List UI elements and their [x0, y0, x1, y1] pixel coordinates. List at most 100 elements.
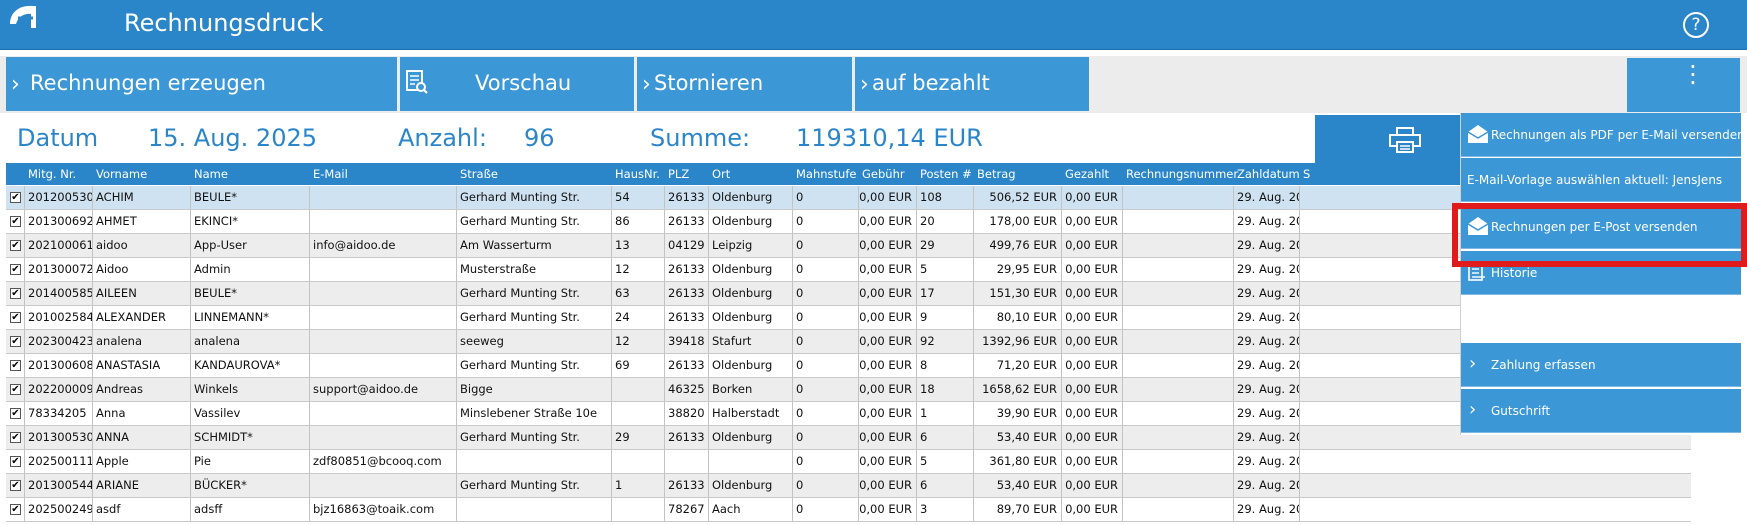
row-checkbox[interactable]: ✔ — [10, 504, 21, 515]
column-header[interactable]: Rechnungsnummer — [1126, 167, 1238, 181]
cell-strasse — [456, 498, 611, 521]
email-template-menu-item[interactable]: E-Mail-Vorlage auswählen aktuell: JensJe… — [1461, 158, 1741, 202]
credit-note-menu-item[interactable]: › Gutschrift — [1461, 389, 1741, 433]
table-row[interactable]: ✔ 201300544 ARIANE BÜCKER* Gerhard Munting S… — [6, 474, 1691, 498]
row-checkbox[interactable]: ✔ — [10, 336, 21, 347]
cell-strasse: Gerhard Munting Str. — [456, 186, 611, 209]
column-header[interactable]: Ort — [712, 167, 730, 181]
column-header[interactable]: E-Mail — [313, 167, 348, 181]
row-checkbox[interactable]: ✔ — [10, 456, 21, 467]
column-header[interactable]: Zahldatum — [1237, 167, 1300, 181]
row-checkbox[interactable]: ✔ — [10, 384, 21, 395]
help-button[interactable]: ? — [1683, 12, 1709, 38]
column-header[interactable]: Straße — [460, 167, 498, 181]
column-header[interactable]: HausNr. — [615, 167, 660, 181]
cell-ort: Aach — [708, 498, 792, 521]
row-checkbox[interactable]: ✔ — [10, 432, 21, 443]
table-row[interactable]: ✔ 201400585 AILEEN BEULE* Gerhard Munting St… — [6, 282, 1691, 306]
row-checkbox[interactable]: ✔ — [10, 288, 21, 299]
table-row[interactable]: ✔ 201300692 AHMET EKINCI* Gerhard Munting St… — [6, 210, 1691, 234]
table-row[interactable]: ✔ 201300530 ANNA SCHMIDT* Gerhard Munting St… — [6, 426, 1691, 450]
table-row[interactable]: ✔ 78334205 Anna Vassilev Minslebener Straße … — [6, 402, 1691, 426]
row-checkbox[interactable]: ✔ — [10, 264, 21, 275]
mail-icon — [1467, 125, 1489, 143]
cell-gebuehr: 0,00 EUR — [858, 306, 916, 329]
column-header[interactable]: Betrag — [977, 167, 1016, 181]
table-row[interactable]: ✔ 202300423 analena analena seeweg 12 39418 Sta… — [6, 330, 1691, 354]
cell-nr: 78334205 — [24, 402, 92, 425]
row-checkbox[interactable]: ✔ — [10, 192, 21, 203]
column-header[interactable]: Mahnstufe — [796, 167, 856, 181]
cell-rnr — [1122, 450, 1233, 473]
cell-gezahlt: 0,00 EUR — [1061, 450, 1122, 473]
column-header[interactable]: PLZ — [668, 167, 689, 181]
table-row[interactable]: ✔ 202200009 Andreas Winkels support@aidoo.de… — [6, 378, 1691, 402]
more-options-button[interactable]: ⋮ — [1627, 58, 1740, 112]
cell-betrag: 89,70 EUR — [973, 498, 1061, 521]
cell-gezahlt: 0,00 EUR — [1061, 282, 1122, 305]
cell-name: Winkels — [190, 378, 309, 401]
column-header[interactable]: Posten # — [920, 167, 972, 181]
cell-mahnstufe: 0 — [792, 258, 858, 281]
table-row[interactable]: ✔ 202100061 aidoo App-User info@aidoo.de Am W… — [6, 234, 1691, 258]
column-header[interactable]: Name — [194, 167, 228, 181]
cell-gezahlt: 0,00 EUR — [1061, 474, 1122, 497]
cell-posten: 20 — [916, 210, 973, 233]
column-header[interactable]: Gebühr — [862, 167, 905, 181]
cell-plz: 26133 — [664, 426, 708, 449]
cell-hausnr: 12 — [611, 330, 664, 353]
title-bar: Rechnungsdruck ? — [0, 0, 1747, 50]
cell-vorname: ARIANE — [92, 474, 190, 497]
table-row[interactable]: ✔ 201300072 Aidoo Admin Musterstraße 12 26133 O… — [6, 258, 1691, 282]
print-button[interactable] — [1315, 115, 1463, 163]
cell-mahnstufe: 0 — [792, 354, 858, 377]
mark-paid-button[interactable]: › auf bezahlt — [855, 57, 1089, 111]
cell-hausnr — [611, 378, 664, 401]
cell-plz: 46325 — [664, 378, 708, 401]
send-pdf-email-menu-item[interactable]: Rechnungen als PDF per E-Mail versenden — [1461, 113, 1745, 157]
row-checkbox[interactable]: ✔ — [10, 216, 21, 227]
row-checkbox[interactable]: ✔ — [10, 360, 21, 371]
cell-hausnr: 29 — [611, 426, 664, 449]
cell-ort: Oldenburg — [708, 306, 792, 329]
row-checkbox[interactable]: ✔ — [10, 408, 21, 419]
cell-vorname: Apple — [92, 450, 190, 473]
table-row[interactable]: ✔ 201300608 ANASTASIA KANDAUROVA* Gerhard Mu… — [6, 354, 1691, 378]
create-invoices-button[interactable]: › Rechnungen erzeugen — [6, 57, 397, 111]
cancel-invoices-button[interactable]: › Stornieren — [637, 57, 852, 111]
cell-hausnr: 63 — [611, 282, 664, 305]
column-header[interactable]: Vorname — [96, 167, 147, 181]
cell-email — [309, 330, 456, 353]
cell-betrag: 1658,62 EUR — [973, 378, 1061, 401]
table-row[interactable]: ✔ 202500249 asdf adsff bjz16863@toaik.com 782… — [6, 498, 1691, 522]
column-header[interactable]: Gezahlt — [1065, 167, 1109, 181]
record-payment-menu-item[interactable]: › Zahlung erfassen — [1461, 343, 1741, 387]
cell-email — [309, 474, 456, 497]
cell-gezahlt: 0,00 EUR — [1061, 354, 1122, 377]
cell-s — [1299, 426, 1319, 449]
cell-zahldatum: 29. Aug. 202 — [1233, 258, 1299, 281]
row-checkbox[interactable]: ✔ — [10, 480, 21, 491]
cell-ort: Oldenburg — [708, 210, 792, 233]
table-row[interactable]: ✔ 201002584 ALEXANDER LINNEMANN* Gerhard Mun… — [6, 306, 1691, 330]
cell-gezahlt: 0,00 EUR — [1061, 426, 1122, 449]
cell-gebuehr: 0,00 EUR — [858, 354, 916, 377]
row-checkbox[interactable]: ✔ — [10, 312, 21, 323]
cell-betrag: 39,90 EUR — [973, 402, 1061, 425]
column-header[interactable]: Mitg. Nr. — [28, 167, 76, 181]
table-row[interactable]: ✔ 201200530 ACHIM BEULE* Gerhard Munting Str… — [6, 186, 1691, 210]
cell-name: Pie — [190, 450, 309, 473]
cell-s — [1299, 450, 1319, 473]
table-header: Mitg. Nr. Vorname Name E-Mail Straße HausNr. P… — [6, 163, 1706, 185]
cell-gebuehr: 0,00 EUR — [858, 426, 916, 449]
preview-button[interactable]: Vorschau — [400, 57, 634, 111]
cell-name: analena — [190, 330, 309, 353]
count-label: Anzahl: — [398, 124, 487, 152]
cell-gezahlt: 0,00 EUR — [1061, 306, 1122, 329]
cell-s — [1299, 234, 1319, 257]
cell-email — [309, 210, 456, 233]
cell-mahnstufe: 0 — [792, 306, 858, 329]
table-row[interactable]: ✔ 202500111 Apple Pie zdf80851@bcooq.com 0 0,0… — [6, 450, 1691, 474]
column-header[interactable]: S — [1303, 167, 1310, 181]
row-checkbox[interactable]: ✔ — [10, 240, 21, 251]
